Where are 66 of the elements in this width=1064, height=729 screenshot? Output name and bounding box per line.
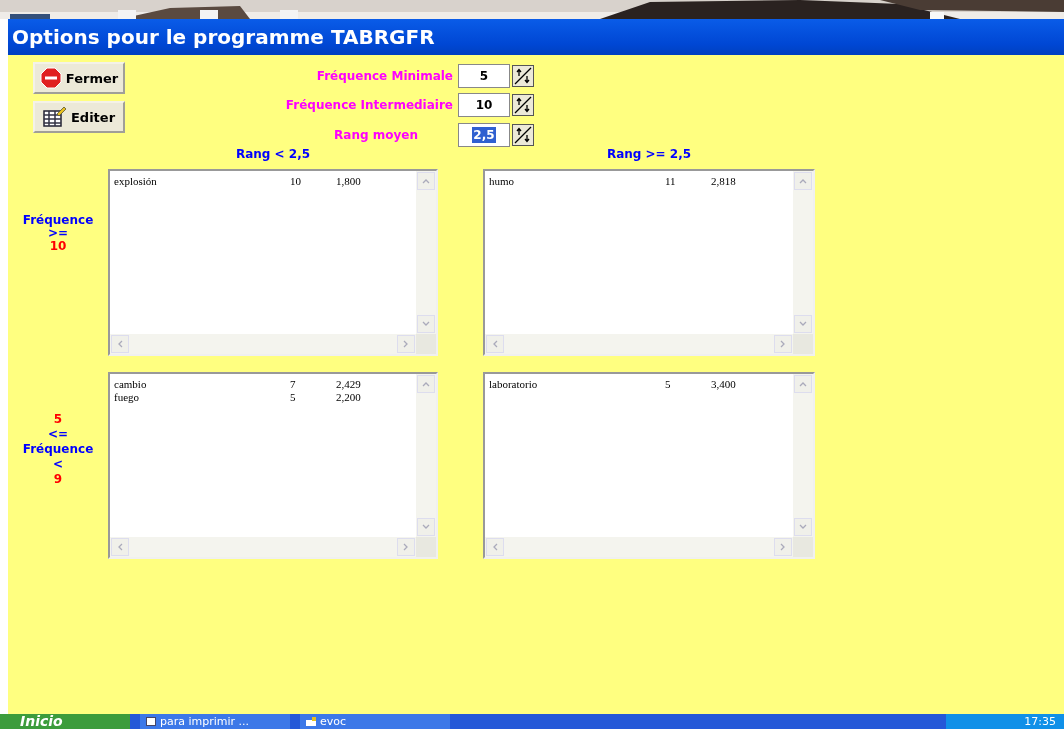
scroll-right-icon[interactable] (774, 335, 792, 353)
column-header: Rang < 2,5 (235, 147, 311, 161)
scroll-up-icon[interactable] (794, 375, 812, 393)
vertical-scrollbar[interactable] (793, 171, 813, 334)
window-title: Options pour le programme TABRGFR (8, 19, 1064, 55)
number-field[interactable]: 2,5 (458, 122, 510, 147)
scroll-left-icon[interactable] (111, 538, 129, 556)
scrollbar-corner (416, 537, 436, 557)
spin-icon[interactable] (512, 65, 534, 88)
scroll-up-icon[interactable] (417, 375, 435, 393)
scrollbar-corner (793, 537, 813, 557)
clock: 17:35 (1024, 715, 1056, 728)
scroll-down-icon[interactable] (794, 518, 812, 536)
scroll-up-icon[interactable] (794, 172, 812, 190)
horizontal-scrollbar[interactable] (110, 537, 416, 557)
list-item[interactable]: laboratorio 5 3,400 (489, 378, 793, 391)
scroll-down-icon[interactable] (417, 518, 435, 536)
number-field[interactable]: 5 (458, 64, 510, 89)
range-label: 9 (53, 472, 63, 486)
vertical-scrollbar[interactable] (416, 171, 436, 334)
document-icon (146, 717, 156, 726)
range-label: < (52, 457, 64, 471)
column-header: Rang >= 2,5 (606, 147, 692, 161)
spinner-label: Fréquence Intermediaire (285, 98, 453, 113)
spinner-label: Rang moyen (334, 127, 418, 142)
range-label: 10 (49, 240, 67, 253)
taskbar-item[interactable]: para imprimir ... (140, 714, 290, 729)
vertical-scrollbar[interactable] (793, 374, 813, 537)
scroll-left-icon[interactable] (486, 335, 504, 353)
scrollbar-corner (793, 334, 813, 354)
list-box[interactable]: humo 11 2,818 (483, 169, 815, 356)
edit-button[interactable]: Editer (33, 101, 125, 133)
scroll-down-icon[interactable] (794, 315, 812, 333)
taskbar-item[interactable]: evoc (300, 714, 450, 729)
scroll-left-icon[interactable] (486, 538, 504, 556)
spin-icon[interactable] (512, 123, 534, 146)
range-label: <= (47, 427, 69, 441)
list-box[interactable]: cambio 7 2,429 fuego 5 2,200 (108, 372, 438, 559)
range-label: 5 (53, 412, 63, 426)
table-edit-icon (42, 106, 67, 128)
scroll-left-icon[interactable] (111, 335, 129, 353)
close-button[interactable]: Fermer (33, 62, 125, 94)
scroll-right-icon[interactable] (397, 335, 415, 353)
range-label: >= (47, 227, 69, 240)
horizontal-scrollbar[interactable] (485, 334, 793, 354)
range-label: Fréquence (22, 214, 94, 227)
number-field[interactable]: 10 (458, 93, 510, 118)
scroll-up-icon[interactable] (417, 172, 435, 190)
vertical-scrollbar[interactable] (416, 374, 436, 537)
horizontal-scrollbar[interactable] (485, 537, 793, 557)
scroll-right-icon[interactable] (397, 538, 415, 556)
list-item[interactable]: cambio 7 2,429 (114, 378, 416, 391)
scroll-right-icon[interactable] (774, 538, 792, 556)
spinner-label: Fréquence Minimale (316, 69, 453, 84)
list-item[interactable]: explosión 10 1,800 (114, 175, 416, 188)
window-icon (306, 717, 316, 726)
scroll-down-icon[interactable] (417, 315, 435, 333)
horizontal-scrollbar[interactable] (110, 334, 416, 354)
list-box[interactable]: explosión 10 1,800 (108, 169, 438, 356)
range-label: Fréquence (22, 442, 94, 456)
stop-sign-icon (39, 67, 62, 89)
list-box[interactable]: laboratorio 5 3,400 (483, 372, 815, 559)
scrollbar-corner (416, 334, 436, 354)
list-item[interactable]: humo 11 2,818 (489, 175, 793, 188)
list-item[interactable]: fuego 5 2,200 (114, 391, 416, 404)
spin-icon[interactable] (512, 94, 534, 117)
